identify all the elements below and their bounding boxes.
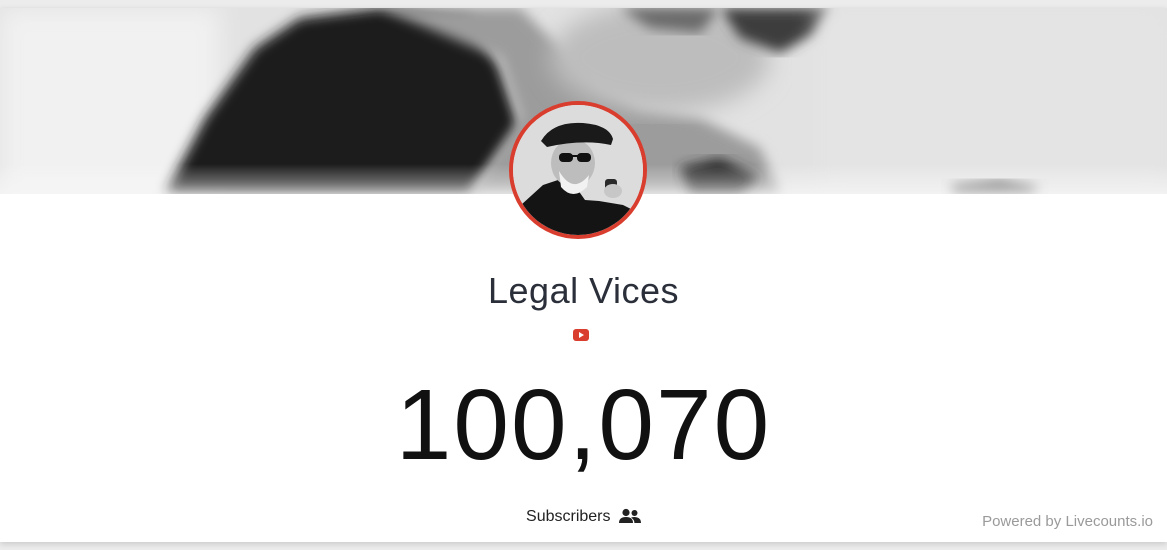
subscribers-label: Subscribers	[526, 508, 611, 525]
subscriber-count: 100,070	[395, 369, 772, 481]
channel-name: Legal Vices	[488, 270, 679, 311]
users-icon	[618, 508, 641, 523]
avatar-photo-icon	[513, 105, 643, 235]
channel-avatar[interactable]	[509, 101, 647, 239]
powered-by-link[interactable]: Powered by Livecounts.io	[982, 513, 1153, 530]
channel-card: Legal Vices 100,070 Subscribers Powered …	[0, 8, 1167, 542]
youtube-icon[interactable]	[573, 329, 589, 341]
